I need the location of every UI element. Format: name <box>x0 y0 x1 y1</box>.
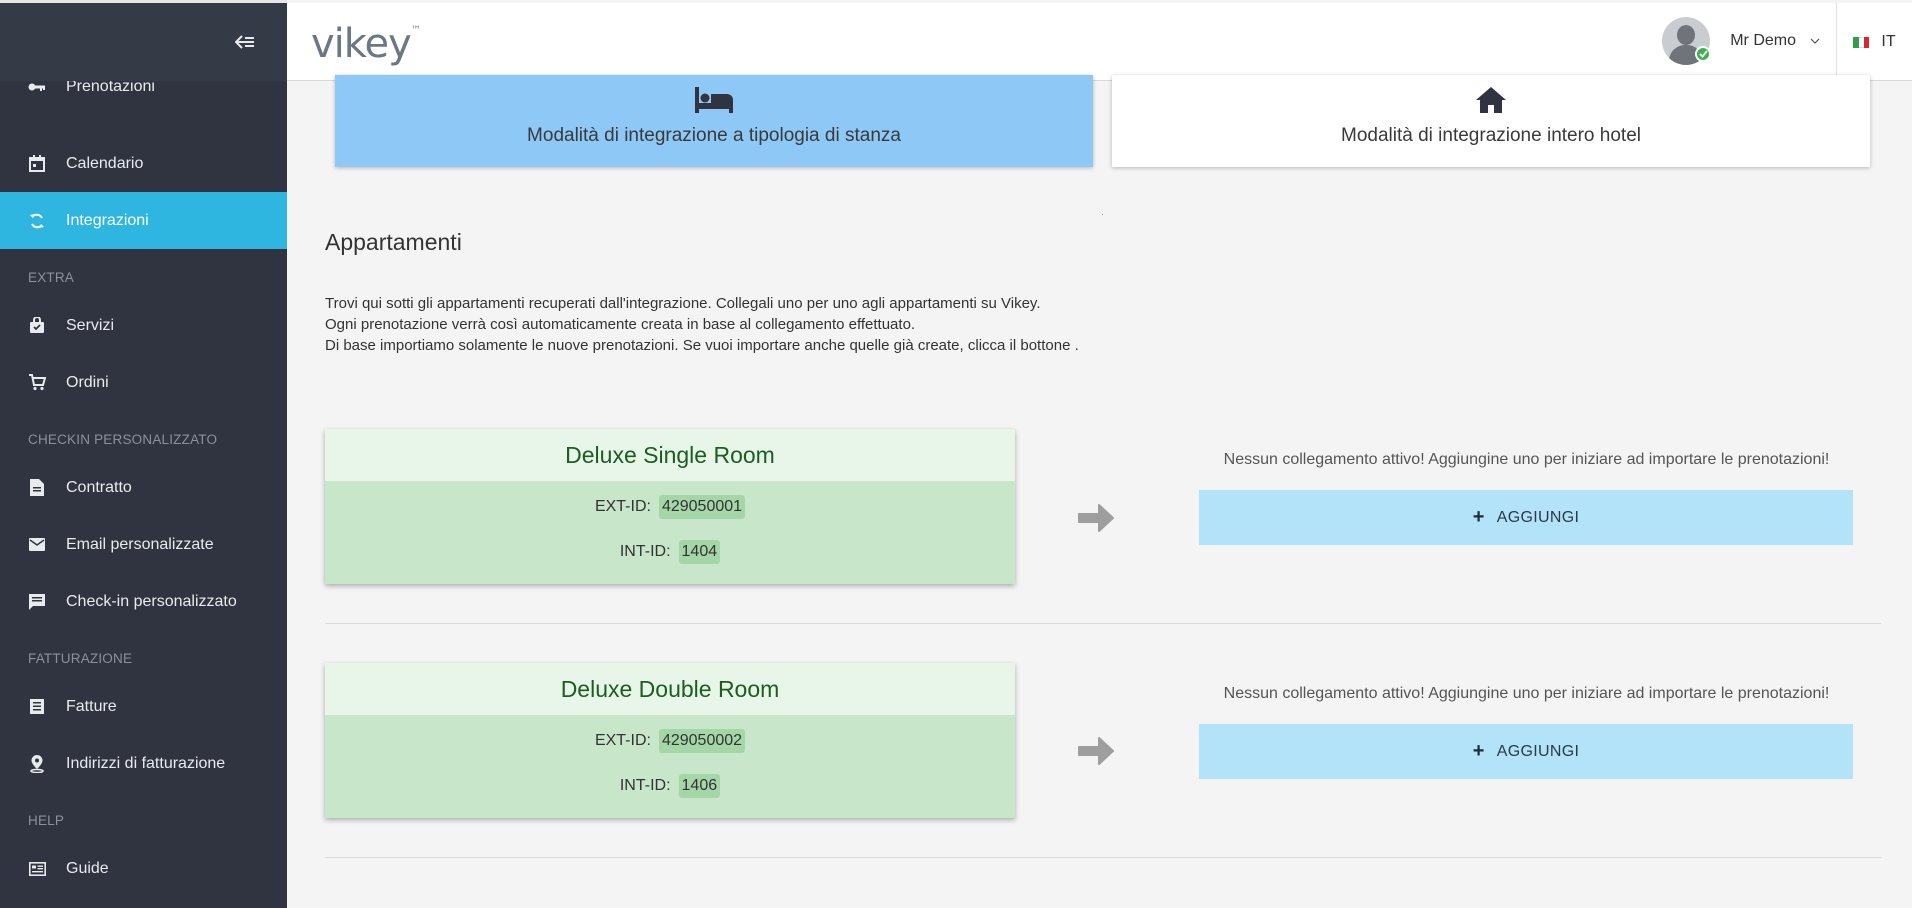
sidebar-item-label: Guide <box>66 859 109 877</box>
no-link-message: Nessun collegamento attivo! Aggiungine u… <box>1223 451 1830 468</box>
chevron-down-icon <box>1810 38 1820 44</box>
int-id-value: 1404 <box>678 540 721 564</box>
arrow-right-icon <box>1078 737 1114 765</box>
language-selector[interactable]: IT <box>1836 3 1912 81</box>
section-description: Trovi qui sotti gli appartamenti recuper… <box>325 293 1079 356</box>
sidebar-item-label: Contratto <box>66 478 132 496</box>
sidebar-section-help: HELP <box>28 813 65 828</box>
sidebar-item-ordini[interactable]: Ordini <box>0 354 287 411</box>
sidebar-item-guide[interactable]: Guide <box>0 840 287 897</box>
int-id-row: INT-ID: 1404 <box>325 529 1015 575</box>
language-label: IT <box>1881 33 1896 50</box>
sidebar-section-checkin: CHECKIN PERSONALIZZATO <box>28 432 218 447</box>
guide-icon <box>28 860 46 878</box>
calendar-icon <box>28 155 46 173</box>
sidebar-item-contratto[interactable]: Contratto <box>0 459 287 516</box>
mode-room-type-label: Modalità di integrazione a tipologia di … <box>527 125 901 146</box>
add-link-button[interactable]: + AGGIUNGI <box>1199 724 1853 779</box>
int-id-row: INT-ID: 1406 <box>325 763 1015 809</box>
collapse-sidebar-button[interactable] <box>233 31 257 53</box>
room-title: Deluxe Single Room <box>325 429 1015 481</box>
logo-trademark: ™ <box>410 25 421 36</box>
ext-id-value: 429050001 <box>658 495 746 519</box>
mail-icon <box>28 536 46 554</box>
sidebar-item-label: Indirizzi di fatturazione <box>66 754 226 772</box>
add-button-label: AGGIUNGI <box>1496 742 1580 760</box>
sidebar-section-fatturazione: FATTURAZIONE <box>28 651 133 666</box>
sidebar: Prenotazioni Calendario Integrazioni EXT… <box>0 0 287 908</box>
sidebar-header <box>0 0 287 81</box>
sidebar-item-label: Servizi <box>66 316 115 334</box>
sidebar-item-label: Fatture <box>66 697 117 715</box>
row-divider <box>325 857 1881 858</box>
divider-dot <box>1102 214 1103 215</box>
sidebar-item-servizi[interactable]: Servizi <box>0 297 287 354</box>
top-header: vikey™ Mr Demo IT <box>287 3 1912 81</box>
sidebar-item-indirizzi-fatturazione[interactable]: Indirizzi di fatturazione <box>0 735 287 792</box>
mode-whole-hotel-label: Modalità di integrazione intero hotel <box>1341 125 1641 146</box>
room-title: Deluxe Double Room <box>325 663 1015 715</box>
sidebar-item-label: Ordini <box>66 373 109 391</box>
sidebar-item-label: Calendario <box>66 154 144 172</box>
logo-text: vikey <box>311 21 412 67</box>
no-link-message: Nessun collegamento attivo! Aggiungine u… <box>1223 685 1830 702</box>
description-line: Trovi qui sotti gli appartamenti recuper… <box>325 295 1041 312</box>
sidebar-item-label: Integrazioni <box>66 211 149 229</box>
sidebar-item-email-personalizzate[interactable]: Email personalizzate <box>0 516 287 573</box>
section-title: Appartamenti <box>325 229 462 255</box>
vikey-logo[interactable]: vikey™ <box>311 21 421 67</box>
plus-icon: + <box>1472 740 1485 762</box>
bag-icon <box>28 317 46 335</box>
sidebar-item-checkin-personalizzato[interactable]: Check-in personalizzato <box>0 573 287 630</box>
add-link-button[interactable]: + AGGIUNGI <box>1199 490 1853 545</box>
sidebar-item-fatture[interactable]: Fatture <box>0 678 287 735</box>
sidebar-item-prenotazioni[interactable]: Prenotazioni <box>0 78 287 100</box>
room-card-deluxe-single: Deluxe Single Room EXT-ID: 429050001 INT… <box>325 429 1015 584</box>
ext-id-row: EXT-ID: 429050001 <box>325 485 1015 529</box>
location-icon <box>28 754 46 773</box>
sidebar-section-extra: EXTRA <box>28 270 75 285</box>
invoice-icon <box>28 698 46 716</box>
document-icon <box>28 479 46 497</box>
sidebar-item-label: Check-in personalizzato <box>66 592 237 610</box>
italy-flag-icon <box>1853 36 1870 48</box>
add-button-label: AGGIUNGI <box>1496 508 1580 526</box>
home-icon <box>1476 87 1506 113</box>
row-divider <box>325 623 1881 624</box>
main-content: Modalità di integrazione a tipologia di … <box>287 75 1912 908</box>
sidebar-item-label: Email personalizzate <box>66 535 214 553</box>
mode-whole-hotel-card[interactable]: Modalità di integrazione intero hotel <box>1112 75 1870 167</box>
user-name: Mr Demo <box>1730 32 1796 49</box>
cart-icon <box>28 374 46 392</box>
ext-id-row: EXT-ID: 429050002 <box>325 719 1015 763</box>
online-status-icon <box>1695 46 1712 62</box>
sidebar-item-calendario[interactable]: Calendario <box>0 135 287 192</box>
plus-icon: + <box>1472 506 1485 528</box>
room-card-deluxe-double: Deluxe Double Room EXT-ID: 429050002 INT… <box>325 663 1015 818</box>
comment-icon <box>28 593 46 611</box>
sidebar-item-integrazioni[interactable]: Integrazioni <box>0 192 287 249</box>
ext-id-label: EXT-ID: <box>594 732 651 749</box>
int-id-label: INT-ID: <box>619 777 671 794</box>
user-menu[interactable]: Mr Demo <box>1662 15 1820 67</box>
sync-icon <box>28 212 46 230</box>
ext-id-label: EXT-ID: <box>594 498 651 515</box>
ext-id-value: 429050002 <box>658 729 746 753</box>
mode-room-type-card[interactable]: Modalità di integrazione a tipologia di … <box>335 75 1093 167</box>
bed-icon <box>695 87 733 113</box>
collapse-arrow-icon <box>235 35 254 49</box>
description-line: Ogni prenotazione verrà così automaticam… <box>325 316 916 333</box>
int-id-label: INT-ID: <box>619 543 671 560</box>
int-id-value: 1406 <box>678 774 721 798</box>
description-line: Di base importiamo solamente le nuove pr… <box>325 337 1079 354</box>
arrow-right-icon <box>1078 504 1114 532</box>
